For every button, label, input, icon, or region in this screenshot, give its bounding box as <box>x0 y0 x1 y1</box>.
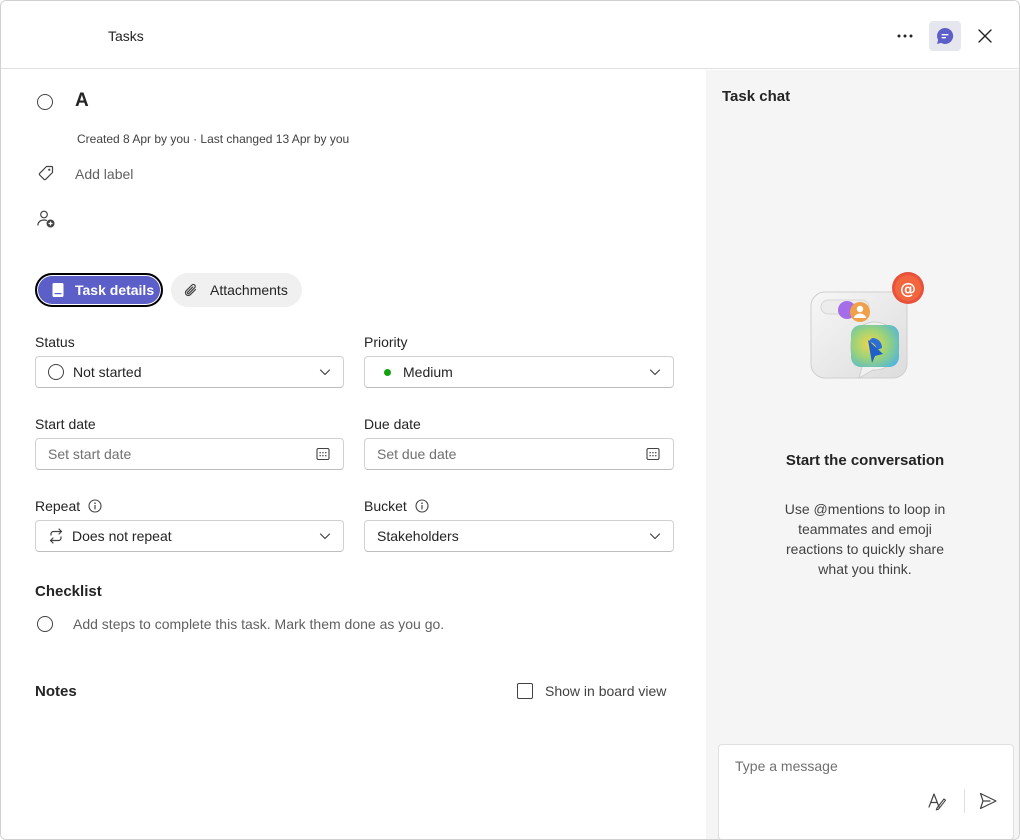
priority-dropdown[interactable]: Medium <box>364 356 674 388</box>
priority-label: Priority <box>364 334 408 350</box>
show-in-board-label[interactable]: Show in board view <box>545 683 666 699</box>
status-label: Status <box>35 334 75 350</box>
info-icon[interactable] <box>415 499 429 513</box>
tag-icon <box>37 164 55 187</box>
due-date-field[interactable]: Set due date <box>364 438 674 470</box>
checklist-title: Checklist <box>35 583 102 600</box>
repeat-label: Repeat <box>35 498 81 514</box>
checklist-item-checkbox[interactable] <box>37 616 53 632</box>
chat-icon <box>937 27 954 44</box>
chat-empty-title: Start the conversation <box>785 452 945 469</box>
bucket-label: Bucket <box>364 498 407 514</box>
checklist-add-input[interactable]: Add steps to complete this task. Mark th… <box>73 616 444 632</box>
start-date-placeholder: Set start date <box>48 446 132 462</box>
repeat-icon <box>48 528 64 544</box>
toggle-chat-button[interactable] <box>929 21 961 51</box>
status-value: Not started <box>73 364 142 380</box>
send-icon <box>979 792 997 810</box>
chevron-down-icon <box>649 530 661 542</box>
task-details-panel: A Created 8 Apr by you · Last changed 13… <box>1 70 706 839</box>
start-date-field[interactable]: Set start date <box>35 438 344 470</box>
header-bar: Tasks <box>1 1 1019 69</box>
status-dropdown[interactable]: Not started <box>35 356 344 388</box>
repeat-value: Does not repeat <box>72 528 172 544</box>
task-title[interactable]: A <box>75 90 89 112</box>
start-date-label: Start date <box>35 416 96 432</box>
message-input[interactable] <box>735 758 995 774</box>
format-button[interactable] <box>927 791 947 816</box>
chat-title: Task chat <box>722 88 791 105</box>
chevron-down-icon <box>319 530 331 542</box>
close-icon <box>978 29 992 43</box>
calendar-icon[interactable] <box>646 447 660 461</box>
info-icon[interactable] <box>88 499 102 513</box>
send-button[interactable] <box>978 791 998 816</box>
chevron-down-icon <box>319 366 331 378</box>
due-date-placeholder: Set due date <box>377 446 457 462</box>
person-add-icon <box>37 210 55 228</box>
show-in-board-checkbox[interactable] <box>517 683 533 699</box>
more-options-button[interactable] <box>889 21 921 51</box>
conversation-illustration-icon: @ <box>810 272 924 380</box>
due-date-label: Due date <box>364 416 421 432</box>
task-window: Tasks A Created 8 Apr by you · Last chan… <box>0 0 1020 840</box>
text-format-icon <box>928 793 947 811</box>
add-label-button[interactable]: Add label <box>75 166 133 182</box>
bucket-value: Stakeholders <box>377 528 459 544</box>
notes-title: Notes <box>35 683 77 700</box>
svg-text:@: @ <box>900 279 916 298</box>
task-chat-panel: Task chat @ Start the conversation Use @… <box>706 70 1019 839</box>
repeat-dropdown[interactable]: Does not repeat <box>35 520 344 552</box>
tab-task-details-label: Task details <box>75 282 155 298</box>
tab-attachments[interactable]: Attachments <box>171 273 302 307</box>
tab-task-details[interactable]: Task details <box>35 273 163 307</box>
task-meta: Created 8 Apr by you · Last changed 13 A… <box>77 132 350 146</box>
bucket-label-row: Bucket <box>364 498 429 514</box>
complete-task-checkbox[interactable] <box>37 94 53 110</box>
close-button[interactable] <box>969 21 1001 51</box>
repeat-label-row: Repeat <box>35 498 102 514</box>
tab-attachments-label: Attachments <box>210 282 288 298</box>
priority-value: Medium <box>403 364 453 380</box>
status-not-started-icon <box>48 364 64 380</box>
calendar-icon[interactable] <box>316 447 330 461</box>
message-compose-box <box>718 744 1014 839</box>
paperclip-icon <box>184 282 198 298</box>
chevron-down-icon <box>649 366 661 378</box>
more-horizontal-icon <box>897 34 913 38</box>
assign-button[interactable] <box>36 209 56 234</box>
priority-indicator-icon <box>384 368 391 376</box>
compose-divider <box>964 789 965 813</box>
notebook-icon <box>51 282 65 298</box>
app-title: Tasks <box>108 28 144 44</box>
bucket-dropdown[interactable]: Stakeholders <box>364 520 674 552</box>
chat-empty-description: Use @mentions to loop in teammates and e… <box>784 501 946 577</box>
